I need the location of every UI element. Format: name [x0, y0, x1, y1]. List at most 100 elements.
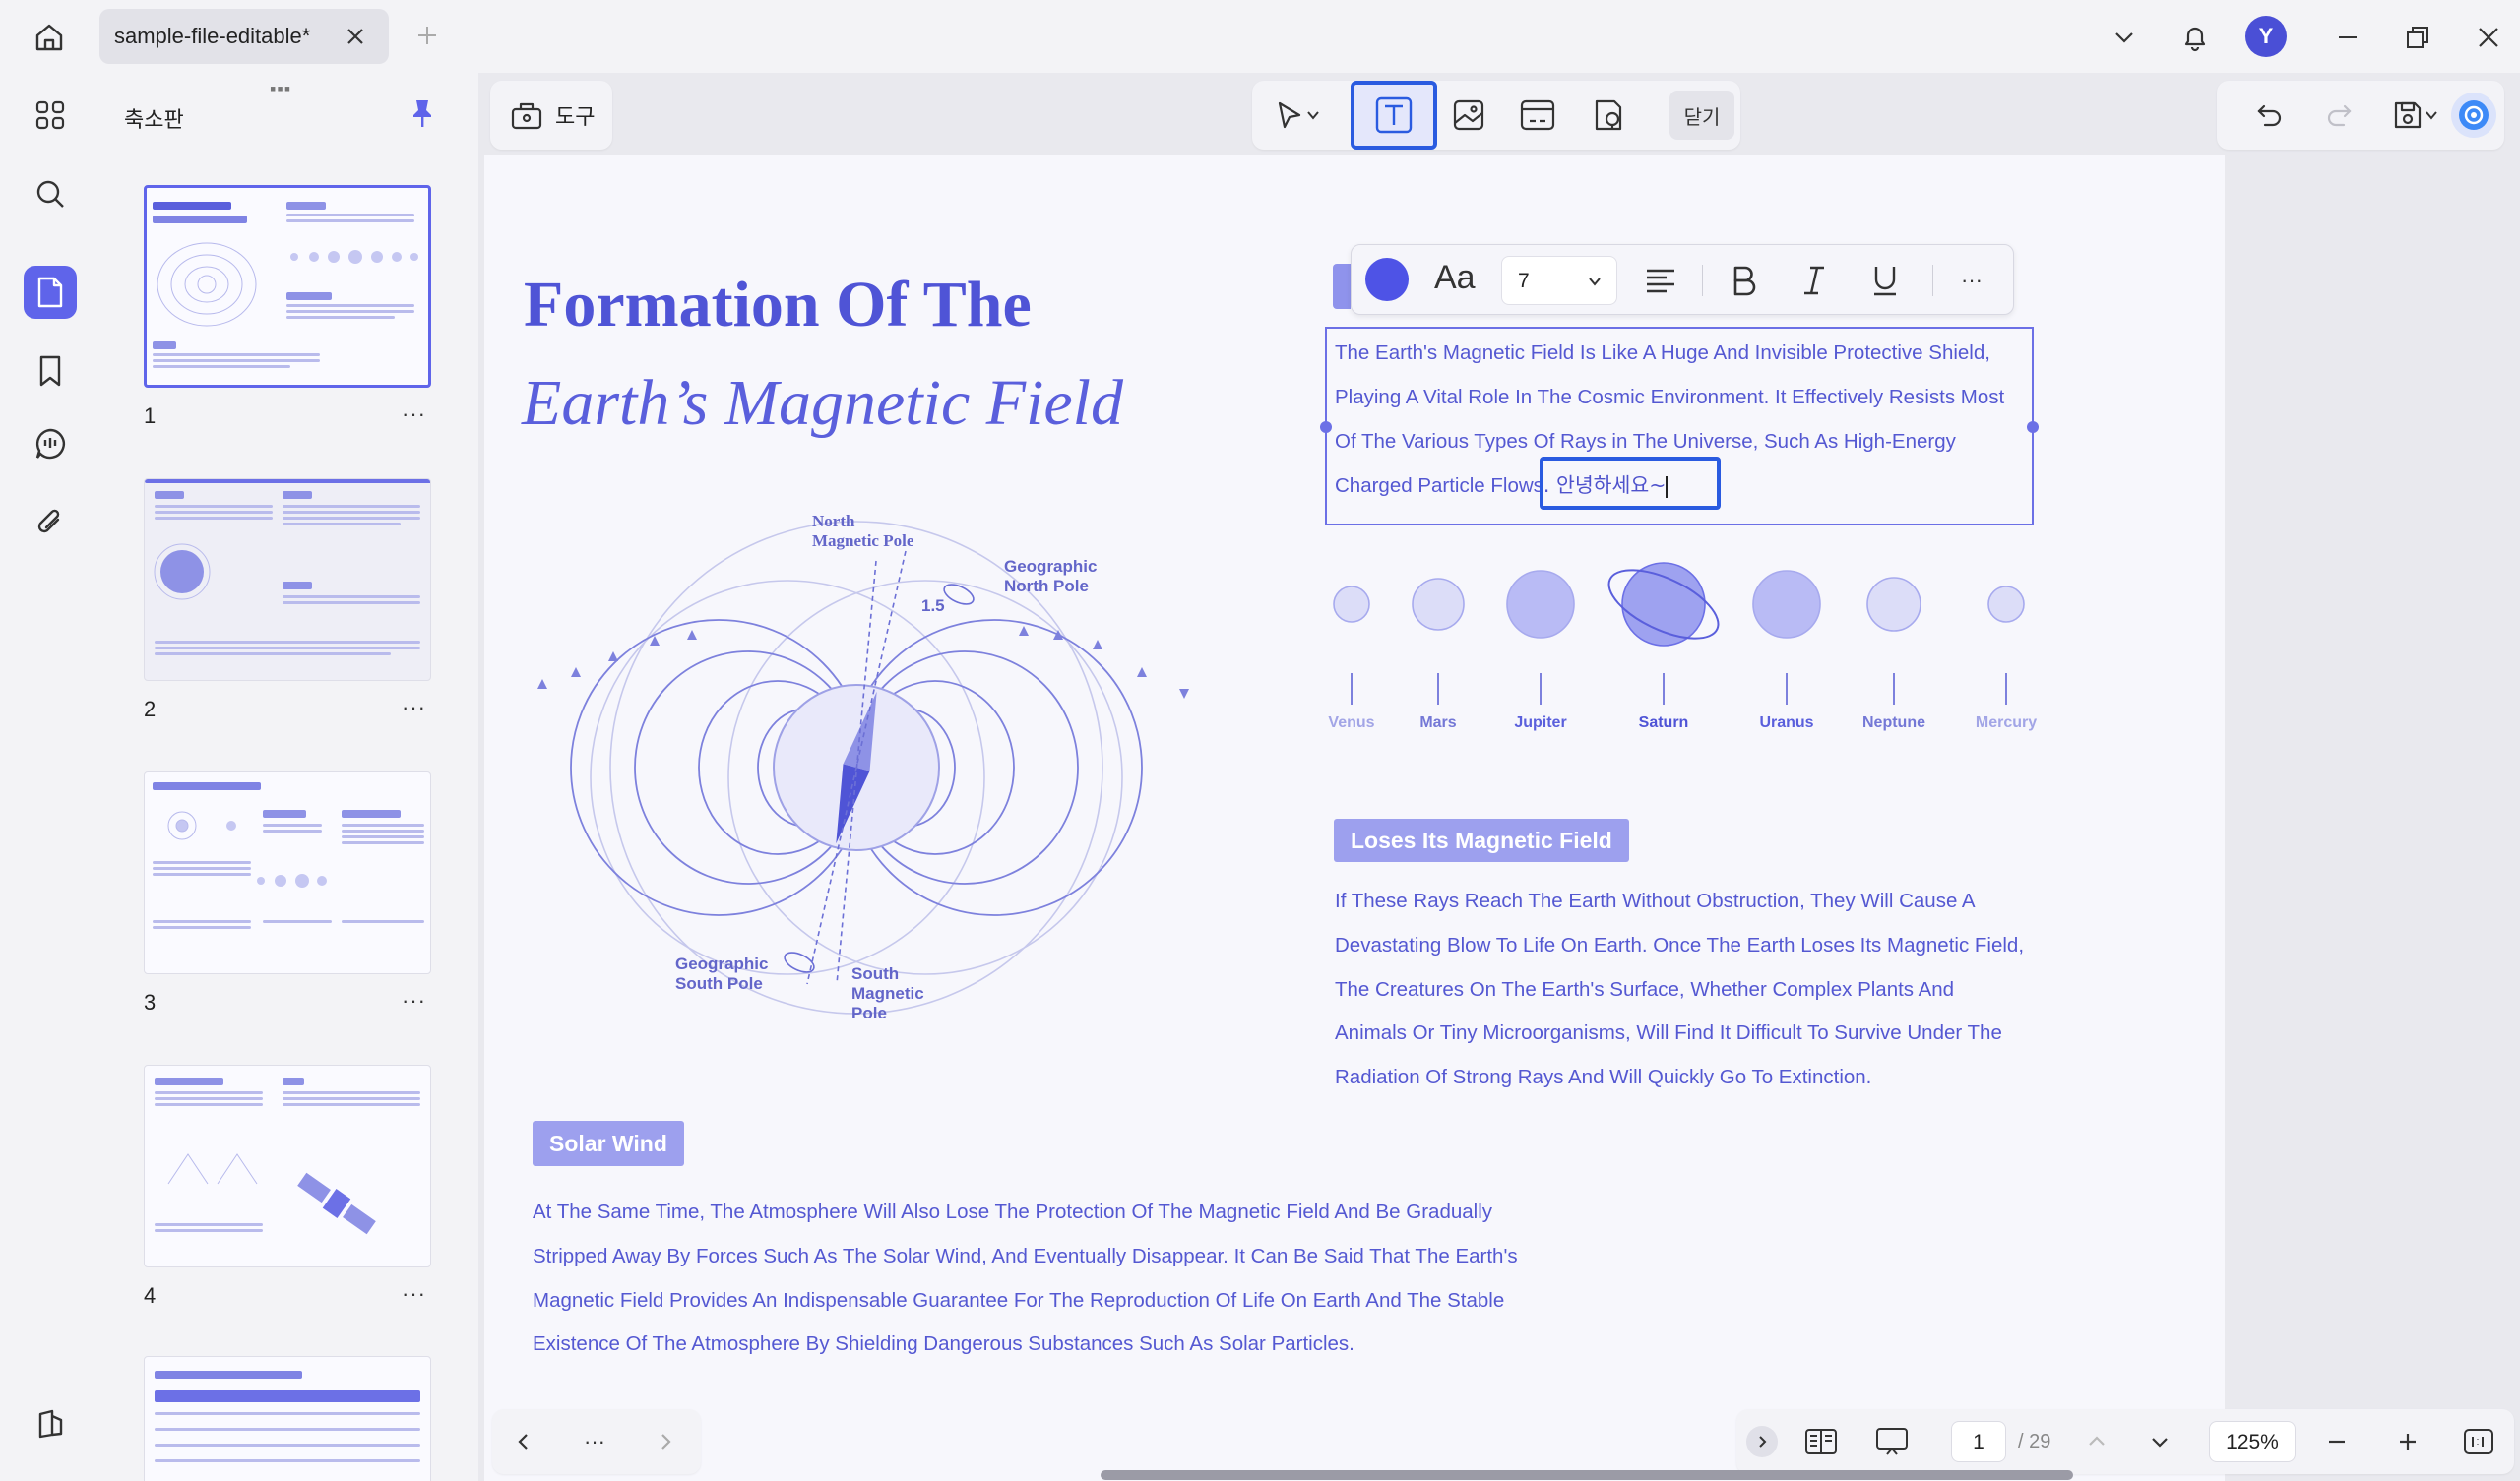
thumb-line: [283, 517, 420, 520]
chevron-down-icon[interactable]: [1301, 92, 1325, 139]
restore-icon[interactable]: [2398, 18, 2437, 57]
font-size-select[interactable]: 7: [1501, 256, 1617, 305]
align-icon[interactable]: [1643, 263, 1678, 298]
thumb-line: [342, 835, 424, 838]
actual-size-icon[interactable]: [2459, 1422, 2498, 1461]
bell-icon[interactable]: [2175, 18, 2215, 57]
page-layout-icon[interactable]: [1801, 1422, 1841, 1461]
ai-assistant-icon[interactable]: [2451, 93, 2496, 138]
tools-label: 도구: [555, 104, 596, 129]
expand-icon[interactable]: [1746, 1426, 1778, 1457]
home-icon[interactable]: [30, 18, 69, 57]
add-watermark-icon[interactable]: [1585, 92, 1632, 139]
new-tab-icon[interactable]: [411, 20, 443, 51]
thumb-line: [153, 926, 251, 929]
chevron-down-icon[interactable]: [2105, 18, 2144, 57]
page-thumbnail-1[interactable]: [144, 185, 431, 388]
search-icon[interactable]: [24, 167, 77, 220]
minimize-icon[interactable]: [2328, 18, 2367, 57]
page-more-icon[interactable]: ···: [402, 695, 426, 720]
page-thumbnail-5[interactable]: [144, 1356, 431, 1481]
pin-icon[interactable]: [406, 96, 439, 130]
undo-icon[interactable]: [2246, 92, 2294, 139]
previous-icon[interactable]: [504, 1422, 543, 1461]
attachment-icon[interactable]: [24, 496, 77, 549]
page-thumbnail-2[interactable]: [144, 478, 431, 681]
bold-icon[interactable]: [1726, 263, 1761, 298]
font-family-icon[interactable]: Aa: [1434, 259, 1476, 297]
label-geographic-north-pole: Geographic North Pole: [1004, 557, 1098, 595]
presentation-icon[interactable]: [1872, 1422, 1912, 1461]
zoom-level[interactable]: 125%: [2209, 1421, 2296, 1462]
horizontal-scrollbar[interactable]: [1101, 1470, 2073, 1480]
panel-title: 축소판: [124, 107, 184, 132]
page-up-icon[interactable]: [2077, 1422, 2116, 1461]
add-text-icon[interactable]: [1351, 81, 1437, 150]
tools-button[interactable]: 도구: [490, 81, 612, 150]
add-image-icon[interactable]: [1445, 92, 1492, 139]
resize-handle[interactable]: [1320, 421, 1332, 433]
total-pages: / 29: [2018, 1431, 2051, 1452]
close-tab-icon[interactable]: [342, 23, 369, 50]
page-thumbnail-4[interactable]: [144, 1065, 431, 1267]
page-number: 1: [144, 403, 157, 428]
planet-label-jupiter: Jupiter: [1514, 714, 1567, 731]
thumb-satellite: [297, 1172, 376, 1235]
comment-icon[interactable]: [24, 417, 77, 470]
close-edit-button[interactable]: 닫기: [1670, 91, 1734, 140]
page-down-icon[interactable]: [2140, 1422, 2179, 1461]
thumb-line: [155, 1229, 263, 1232]
more-pages-button[interactable]: ···: [575, 1422, 614, 1461]
thumb-line: [155, 1103, 263, 1106]
thumb-line: [155, 641, 420, 644]
thumb-line: [155, 1091, 263, 1094]
page-more-icon[interactable]: ···: [402, 401, 426, 427]
redo-icon[interactable]: [2315, 92, 2362, 139]
page-nav-left: ···: [492, 1409, 701, 1474]
more-options-icon[interactable]: ···: [1954, 263, 1989, 298]
layers-icon[interactable]: [24, 1397, 77, 1450]
planets-row: Venus Mars Jupiter Saturn Uranus Neptune…: [1319, 551, 2048, 748]
chevron-down-icon[interactable]: [2420, 92, 2443, 139]
label-geographic-south-pole: Geographic South Pole: [675, 955, 769, 993]
left-rail: [0, 73, 96, 1481]
thumb-line: [286, 316, 395, 319]
thumb-line: [153, 359, 320, 362]
avatar[interactable]: Y: [2245, 16, 2287, 57]
thumb-line: [155, 1412, 420, 1415]
underline-icon[interactable]: [1867, 263, 1903, 298]
divider: [1702, 265, 1703, 296]
zoom-out-icon[interactable]: [2317, 1422, 2357, 1461]
bookmark-icon[interactable]: [24, 344, 77, 398]
section-paragraph-loses-magnetic-field: If These Rays Reach The Earth Without Ob…: [1335, 890, 2025, 1089]
zoom-in-icon[interactable]: [2388, 1422, 2427, 1461]
page-more-icon[interactable]: ···: [402, 1281, 426, 1307]
planet-label-mercury: Mercury: [1975, 714, 2038, 731]
thumb-line: [153, 873, 251, 876]
thumb-line: [155, 1223, 263, 1226]
resize-handle[interactable]: [2027, 421, 2039, 433]
thumbnails-icon[interactable]: [24, 266, 77, 319]
page-more-icon[interactable]: ···: [402, 988, 426, 1014]
thumb-line: [153, 861, 251, 864]
text-format-bar: Aa 7 ···: [1351, 244, 2014, 315]
page-number-input[interactable]: 1: [1951, 1421, 2006, 1462]
text-color-picker[interactable]: [1365, 258, 1409, 301]
next-icon[interactable]: [646, 1422, 685, 1461]
thumb-line: [342, 830, 424, 833]
thumb-line: [283, 1097, 420, 1100]
thumb-heading: [286, 292, 332, 300]
close-window-icon[interactable]: [2469, 18, 2508, 57]
thumb-line: [153, 867, 251, 870]
chevron-down-icon: [1589, 278, 1601, 286]
apps-grid-icon[interactable]: [24, 89, 77, 142]
page-thumbnail-3[interactable]: [144, 771, 431, 974]
thumb-line: [263, 830, 322, 833]
tab-sample-file[interactable]: sample-file-editable*: [99, 9, 389, 64]
thumb-line: [155, 652, 391, 655]
italic-icon[interactable]: [1796, 263, 1832, 298]
planet-label-uranus: Uranus: [1759, 714, 1814, 731]
add-link-icon[interactable]: [1514, 92, 1561, 139]
magnetic-field-diagram: [482, 492, 1290, 1043]
resize-grip[interactable]: ▪▪▪: [270, 79, 291, 99]
